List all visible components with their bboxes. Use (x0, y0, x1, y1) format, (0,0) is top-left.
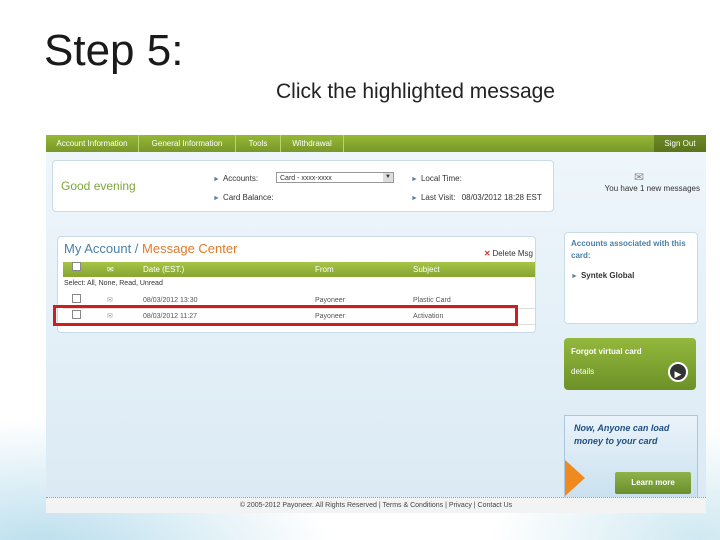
column-subject[interactable]: Subject (413, 262, 440, 277)
column-from[interactable]: From (315, 262, 334, 277)
website-screenshot: Account Information General Information … (46, 135, 706, 513)
tab-account-information[interactable]: Account Information (46, 135, 139, 152)
card-balance-label: Card Balance: (222, 193, 274, 202)
welcome-bar: Good evening ► Accounts: Card - xxxx-xxxx… (52, 160, 554, 212)
panel-title: My Account / Message Center (64, 241, 237, 256)
delete-label: Delete Msg (492, 249, 533, 258)
accounts-label: Accounts: (222, 174, 259, 183)
greeting: Good evening (61, 179, 136, 193)
highlight-box (53, 305, 518, 326)
last-visit-value: 08/03/2012 18:28 EST (461, 193, 542, 202)
arrow-right-icon: ► (411, 176, 418, 183)
arrow-right-icon: ► (213, 195, 220, 202)
table-header: ✉ Date (EST.) From Subject (63, 262, 535, 277)
tab-general-information[interactable]: General Information (139, 135, 236, 152)
select-filter-line[interactable]: Select: All, None, Read, Unread (64, 280, 163, 287)
delete-message-button[interactable]: ✕ Delete Msg (484, 249, 533, 258)
envelope-icon: ✉ (634, 170, 645, 184)
arrow-right-icon: ► (571, 273, 578, 280)
tab-tools[interactable]: Tools (236, 135, 281, 152)
account-item[interactable]: ► Syntek Global (571, 271, 634, 280)
chevron-down-icon: ▼ (383, 173, 393, 182)
forgot-virtual-card-box[interactable]: Forgot virtual card details ▶ (564, 338, 696, 390)
slide-subtitle: Click the highlighted message (276, 80, 555, 103)
column-date[interactable]: Date (EST.) (143, 262, 184, 277)
accounts-select-value: Card - xxxx-xxxx (280, 175, 332, 182)
panel-title-my-account: My Account / (64, 241, 139, 256)
learn-more-button[interactable]: Learn more (615, 472, 691, 494)
new-messages-text: You have 1 new messages (604, 184, 700, 193)
footer: © 2005-2012 Payoneer. All Rights Reserve… (46, 497, 706, 513)
forgot-details: details (571, 367, 595, 376)
load-money-promo: Now, Anyone can load money to your card … (564, 415, 698, 501)
accounts-associated-heading: Accounts associated with this card: (571, 239, 686, 260)
accounts-associated-box: Accounts associated with this card: ► Syn… (564, 232, 698, 324)
forgot-title: Forgot virtual card (571, 347, 642, 356)
play-icon[interactable]: ▶ (668, 362, 688, 382)
slide-title: Step 5: (44, 26, 184, 75)
last-visit-label: Last Visit: (420, 193, 456, 202)
tab-withdrawal[interactable]: Withdrawal (281, 135, 344, 152)
last-visit-field: ► Last Visit: 08/03/2012 18:28 EST (411, 193, 542, 202)
local-time-field: ► Local Time: (411, 174, 462, 183)
top-navigation: Account Information General Information … (46, 135, 706, 152)
card-balance-field: ► Card Balance: (213, 193, 274, 202)
new-messages-notice[interactable]: ✉ You have 1 new messages (586, 170, 702, 200)
promo-text: Now, Anyone can load money to your card (574, 423, 670, 446)
arrow-right-icon: ► (213, 176, 220, 183)
accounts-field: ► Accounts: (213, 174, 258, 183)
local-time-label: Local Time: (420, 174, 462, 183)
sign-out-button[interactable]: Sign Out (654, 135, 706, 152)
envelope-icon: ✉ (107, 265, 114, 274)
orange-arrow-icon (565, 460, 585, 496)
accounts-select[interactable]: Card - xxxx-xxxx ▼ (276, 172, 394, 183)
panel-title-message-center: Message Center (142, 241, 238, 256)
account-item-label: Syntek Global (580, 271, 635, 280)
arrow-right-icon: ► (411, 195, 418, 202)
delete-icon: ✕ (483, 249, 491, 258)
